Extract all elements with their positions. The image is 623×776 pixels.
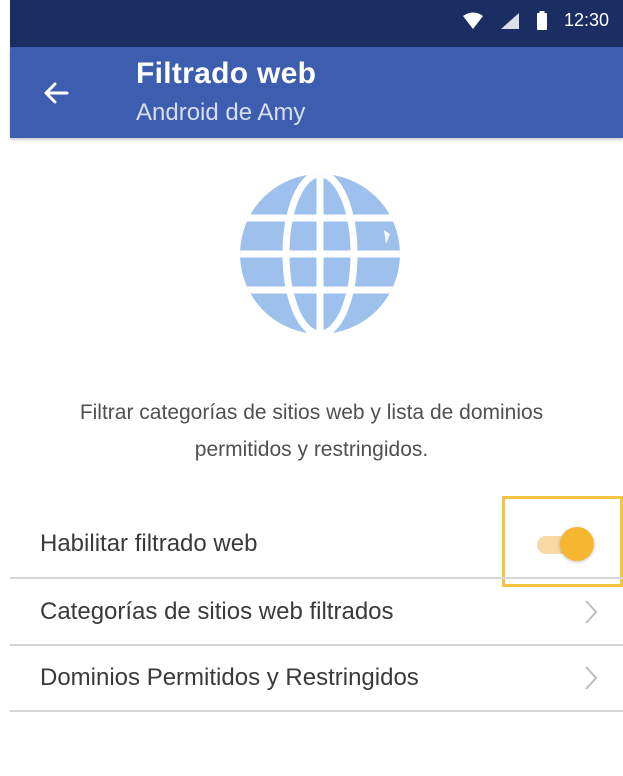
enable-web-filter-label: Habilitar filtrado web	[40, 530, 258, 557]
status-time: 12:30	[563, 10, 609, 30]
status-icons: 12:30	[462, 10, 609, 31]
page-title: Filtrado web	[136, 57, 317, 90]
arrow-left-icon	[44, 82, 69, 104]
divider	[10, 577, 623, 579]
chevron-right-icon	[585, 666, 598, 690]
divider	[10, 710, 623, 712]
app-bar: Filtrado web Android de Amy	[10, 47, 623, 138]
battery-icon	[536, 10, 547, 30]
allowed-restricted-domains-row[interactable]: Dominios Permitidos y Restringidos	[10, 646, 623, 710]
enable-web-filter-toggle[interactable]	[534, 527, 594, 561]
description-line-2: permitidos y restringidos.	[194, 438, 429, 461]
filtered-categories-row[interactable]: Categorías de sitios web filtrados	[10, 580, 623, 644]
signal-icon	[500, 12, 519, 29]
description-line-1: Filtrar categorías de sitios web y lista…	[79, 401, 544, 424]
toggle-thumb	[560, 527, 594, 561]
back-button[interactable]	[38, 75, 74, 111]
filtered-categories-label: Categorías de sitios web filtrados	[40, 598, 394, 625]
wifi-icon	[462, 12, 483, 29]
status-bar: 12:30	[10, 0, 623, 47]
globe-icon	[240, 174, 400, 334]
allowed-restricted-domains-label: Dominios Permitidos y Restringidos	[40, 664, 419, 691]
description: Filtrar categorías de sitios web y lista…	[0, 394, 623, 468]
chevron-right-icon	[585, 600, 598, 624]
page-subtitle: Android de Amy	[136, 99, 306, 126]
